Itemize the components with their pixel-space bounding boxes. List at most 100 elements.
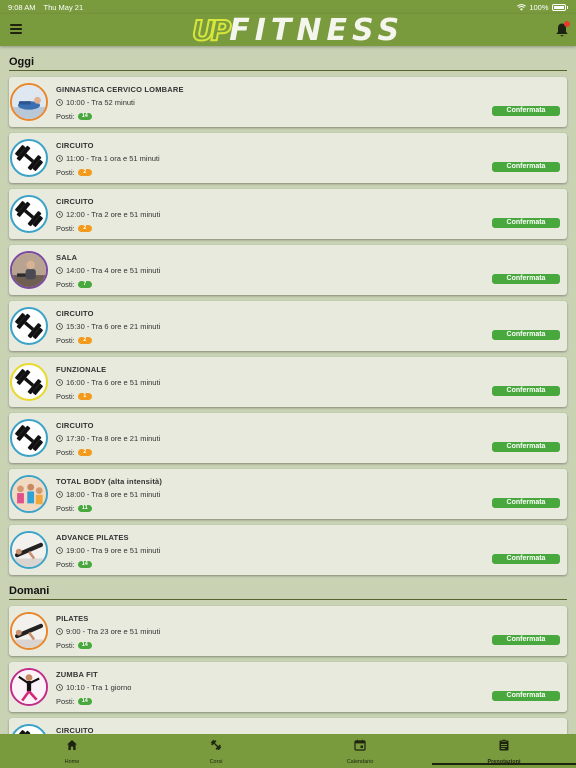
class-title: CIRCUITO xyxy=(56,421,94,430)
dumbbell-nav-icon xyxy=(210,738,222,756)
nav-prenotazioni[interactable]: Prenotazioni xyxy=(432,734,576,768)
section-header-oggi: Oggi xyxy=(9,56,567,71)
class-time-text: 15:30 - Tra 6 ore e 21 minuti xyxy=(66,322,161,331)
booking-card[interactable]: CIRCUITO 15:30 - Tra 6 ore e 21 minuti Pos… xyxy=(9,301,567,351)
confirmed-status-button[interactable]: Confermata xyxy=(492,442,560,452)
clock-icon xyxy=(56,99,63,106)
spots-label: Posti: xyxy=(56,641,75,650)
confirmed-status-button[interactable]: Confermata xyxy=(492,554,560,564)
class-title: CIRCUITO xyxy=(56,141,94,150)
calendar-icon xyxy=(354,738,366,756)
clock-icon xyxy=(56,435,63,442)
confirmed-status-button[interactable]: Confermata xyxy=(492,274,560,284)
booking-card[interactable]: CIRCUITO 17:30 - Tra 8 ore e 21 minuti Pos… xyxy=(9,413,567,463)
spots-badge: 2 xyxy=(77,169,92,176)
clock-icon xyxy=(56,628,63,635)
available-spots: Posti: 2 xyxy=(56,448,92,457)
booking-card[interactable]: GINNASTICA CERVICO LOMBARE 10:00 - Tra 52… xyxy=(9,77,567,127)
confirmed-status-button[interactable]: Confermata xyxy=(492,162,560,172)
booking-card[interactable]: CIRCUITO 12:00 - Tra 2 ore e 51 minuti Pos… xyxy=(9,189,567,239)
available-spots: Posti: 2 xyxy=(56,336,92,345)
available-spots: Posti: 14 xyxy=(56,560,92,569)
pilates-photo xyxy=(10,531,48,569)
class-time: 10:10 - Tra 1 giorno xyxy=(56,683,131,692)
spots-label: Posti: xyxy=(56,168,75,177)
section-header-domani: Domani xyxy=(9,585,567,600)
class-title: ADVANCE PILATES xyxy=(56,533,129,542)
spots-label: Posti: xyxy=(56,392,75,401)
booking-card[interactable]: SALA 14:00 - Tra 4 ore e 51 minuti Posti: 7… xyxy=(9,245,567,295)
available-spots: Posti: 1 xyxy=(56,392,92,401)
spots-label: Posti: xyxy=(56,280,75,289)
class-time: 16:00 - Tra 6 ore e 51 minuti xyxy=(56,378,160,387)
nav-label: Prenotazioni xyxy=(487,759,521,765)
class-time-text: 19:00 - Tra 9 ore e 51 minuti xyxy=(66,546,161,555)
status-time: 9:08 AM xyxy=(8,2,36,12)
class-title: GINNASTICA CERVICO LOMBARE xyxy=(56,85,184,94)
stretching-photo xyxy=(10,83,48,121)
confirmed-status-button[interactable]: Confermata xyxy=(492,218,560,228)
class-time-text: 10:10 - Tra 1 giorno xyxy=(66,683,132,692)
clock-icon xyxy=(56,684,63,691)
notification-badge xyxy=(564,21,570,27)
nav-corsi[interactable]: Corsi xyxy=(144,734,288,768)
clock-icon xyxy=(56,155,63,162)
battery-icon xyxy=(551,3,566,11)
spots-label: Posti: xyxy=(56,448,75,457)
spots-badge: 2 xyxy=(77,337,92,344)
booking-card[interactable]: CIRCUITO xyxy=(9,718,567,734)
available-spots: Posti: 14 xyxy=(56,112,92,121)
notification-bell-icon[interactable] xyxy=(555,21,570,38)
gym-photo xyxy=(10,251,48,289)
confirmed-status-button[interactable]: Confermata xyxy=(492,635,560,645)
confirmed-status-button[interactable]: Confermata xyxy=(492,691,560,701)
confirmed-status-button[interactable]: Confermata xyxy=(492,498,560,508)
zumba-photo xyxy=(10,668,48,706)
clock-icon xyxy=(56,323,63,330)
class-title: CIRCUITO xyxy=(56,309,94,318)
class-title: ZUMBA FIT xyxy=(56,670,98,679)
hamburger-menu-icon[interactable] xyxy=(10,24,22,34)
booking-card[interactable]: ZUMBA FIT 10:10 - Tra 1 giorno Posti: 14 Con… xyxy=(9,662,567,712)
clock-icon xyxy=(56,211,63,218)
spots-badge: 2 xyxy=(77,449,92,456)
nav-calendario[interactable]: Calendario xyxy=(288,734,432,768)
class-time-text: 16:00 - Tra 6 ore e 51 minuti xyxy=(66,378,161,387)
nav-home[interactable]: Home xyxy=(0,734,144,768)
booking-card[interactable]: ADVANCE PILATES 19:00 - Tra 9 ore e 51 mi… xyxy=(9,525,567,575)
nav-label: Home xyxy=(64,759,80,765)
status-date: Thu May 21 xyxy=(43,2,84,12)
confirmed-status-button[interactable]: Confermata xyxy=(492,386,560,396)
nav-label: Calendario xyxy=(346,759,374,765)
clock-icon xyxy=(56,379,63,386)
class-title: FUNZIONALE xyxy=(56,365,107,374)
dumbbell-icon xyxy=(10,195,48,233)
confirmed-status-button[interactable]: Confermata xyxy=(492,330,560,340)
class-time-text: 12:00 - Tra 2 ore e 51 minuti xyxy=(66,210,161,219)
booking-card[interactable]: FUNZIONALE 16:00 - Tra 6 ore e 51 minuti P… xyxy=(9,357,567,407)
booking-card[interactable]: TOTAL BODY (alta intensità) 18:00 - Tra 8… xyxy=(9,469,567,519)
class-time: 10:00 - Tra 52 minuti xyxy=(56,98,135,107)
clock-icon xyxy=(56,547,63,554)
booking-card[interactable]: CIRCUITO 11:00 - Tra 1 ora e 51 minuti Pos… xyxy=(9,133,567,183)
class-time-text: 9:00 - Tra 23 ore e 51 minuti xyxy=(66,627,161,636)
spots-label: Posti: xyxy=(56,336,75,345)
nav-label: Corsi xyxy=(209,759,223,765)
booking-card[interactable]: PILATES 9:00 - Tra 23 ore e 51 minuti Post… xyxy=(9,606,567,656)
spots-badge: 14 xyxy=(77,642,92,649)
class-time: 17:30 - Tra 8 ore e 21 minuti xyxy=(56,434,160,443)
spots-badge: 14 xyxy=(77,561,92,568)
available-spots: Posti: 2 xyxy=(56,224,92,233)
class-title: PILATES xyxy=(56,614,89,623)
confirmed-status-button[interactable]: Confermata xyxy=(492,106,560,116)
class-title: CIRCUITO xyxy=(56,197,94,206)
battery-percent: 100% xyxy=(529,2,549,12)
available-spots: Posti: 14 xyxy=(56,641,92,650)
available-spots: Posti: 11 xyxy=(56,504,92,513)
class-title: CIRCUITO xyxy=(56,726,94,734)
spots-label: Posti: xyxy=(56,560,75,569)
class-time: 19:00 - Tra 9 ore e 51 minuti xyxy=(56,546,160,555)
class-time-text: 14:00 - Tra 4 ore e 51 minuti xyxy=(66,266,161,275)
bookings-list[interactable]: Oggi GINNASTICA CERVICO LOMBARE 10:00 - Tr… xyxy=(0,46,576,734)
spots-label: Posti: xyxy=(56,224,75,233)
